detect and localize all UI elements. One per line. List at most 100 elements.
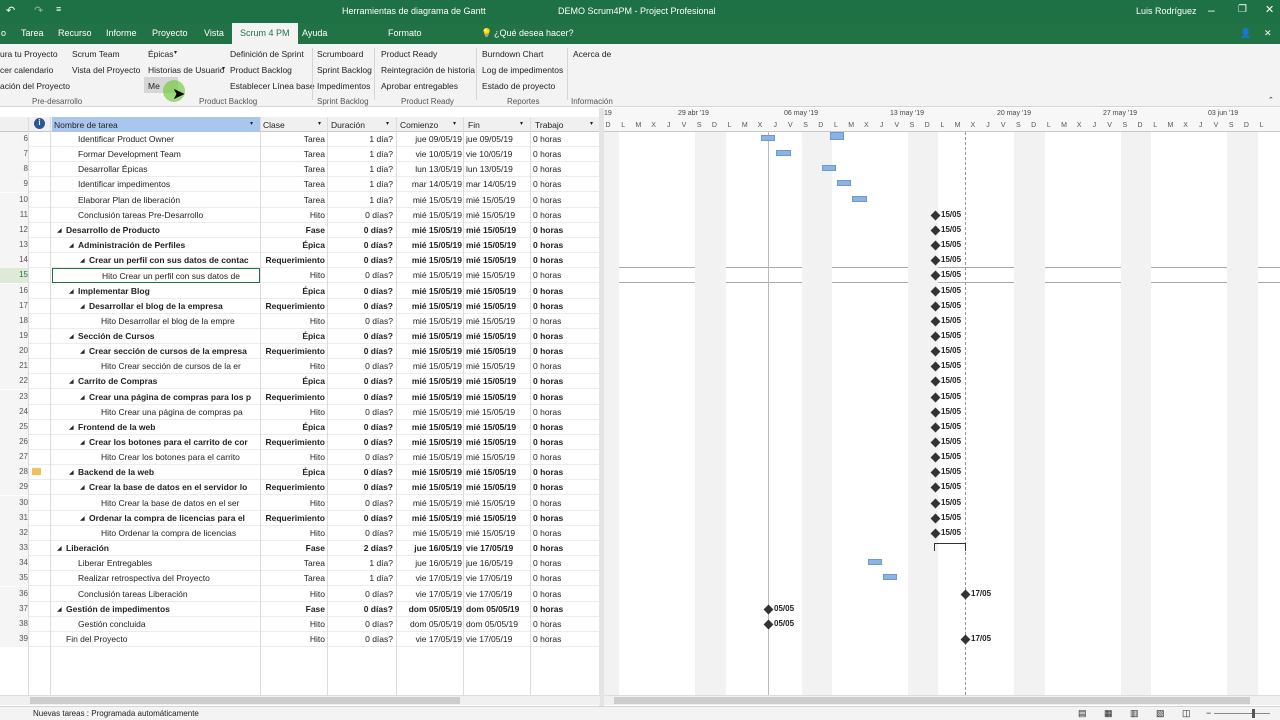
task-work[interactable]: 0 horas: [533, 482, 593, 492]
task-name[interactable]: Formar Development Team: [78, 149, 258, 159]
zoom-out-icon[interactable]: −: [1206, 708, 1211, 718]
task-duration[interactable]: 0 días?: [329, 482, 393, 492]
row-number[interactable]: 12: [0, 222, 28, 238]
task-start[interactable]: mié 15/05/19: [398, 240, 462, 250]
task-name[interactable]: Sección de Cursos: [78, 331, 258, 341]
task-class[interactable]: Tarea: [260, 558, 325, 568]
close-icon[interactable]: ✕: [1265, 3, 1274, 16]
row-number[interactable]: 8: [0, 162, 28, 178]
task-class[interactable]: Tarea: [260, 149, 325, 159]
task-class[interactable]: Hito: [260, 210, 325, 220]
sprint-backlog-button[interactable]: Sprint Backlog: [317, 65, 372, 75]
task-finish[interactable]: mié 15/05/19: [466, 316, 528, 326]
tab-file[interactable]: o: [1, 28, 6, 38]
task-work[interactable]: 0 horas: [533, 301, 593, 311]
task-row[interactable]: 22 ◢ Carrito de Compras Épica 0 días? mié 15/…: [0, 374, 600, 390]
baseline-button[interactable]: Establecer Línea base: [230, 81, 315, 91]
milestone-diamond[interactable]: [763, 619, 774, 630]
task-start[interactable]: mié 15/05/19: [398, 286, 462, 296]
task-row[interactable]: 24 Hito Crear una página de compras pa Hit…: [0, 404, 600, 420]
column-header-clase[interactable]: Clase: [263, 120, 285, 130]
task-name[interactable]: Crear sección de cursos de la empresa: [89, 346, 258, 356]
column-header-fin[interactable]: Fin: [468, 120, 480, 130]
task-finish[interactable]: vie 17/05/19: [466, 543, 528, 553]
task-duration[interactable]: 0 días?: [329, 513, 393, 523]
task-row[interactable]: 33 ◢ Liberación Fase 2 días? jue 16/05/19 vie …: [0, 541, 600, 557]
product-ready-button[interactable]: Product Ready: [381, 49, 437, 59]
task-class[interactable]: Épica: [260, 467, 325, 477]
close-document-icon[interactable]: ✕: [1264, 28, 1272, 39]
task-work[interactable]: 0 horas: [533, 604, 593, 614]
task-duration[interactable]: 0 días?: [329, 270, 393, 280]
task-name[interactable]: Realizar retrospectiva del Proyecto: [78, 573, 258, 583]
collapse-icon[interactable]: ◢: [69, 378, 74, 385]
task-duration[interactable]: 0 días?: [329, 331, 393, 341]
task-class[interactable]: Hito: [260, 316, 325, 326]
collapse-icon[interactable]: ◢: [57, 227, 62, 234]
task-start[interactable]: mié 15/05/19: [398, 195, 462, 205]
column-header-name[interactable]: Nombre de tarea: [52, 117, 260, 132]
row-number[interactable]: 27: [0, 450, 28, 466]
task-finish[interactable]: lun 13/05/19: [466, 164, 528, 174]
collapse-icon[interactable]: ◢: [69, 242, 74, 249]
task-bar[interactable]: [882, 574, 897, 581]
task-work[interactable]: 0 horas: [533, 361, 593, 371]
task-finish[interactable]: mié 15/05/19: [466, 286, 528, 296]
task-row[interactable]: 18 Hito Desarrollar el blog de la empre Hi…: [0, 313, 600, 329]
task-start[interactable]: mar 14/05/19: [398, 179, 462, 189]
column-header-comienzo[interactable]: Comienzo: [400, 120, 438, 130]
sprint-definition-button[interactable]: Definición de Sprint: [230, 49, 304, 59]
task-row[interactable]: 26 ◢ Crear los botones para el carrito de …: [0, 435, 600, 450]
task-name[interactable]: Implementar Blog: [78, 286, 258, 296]
task-class[interactable]: Requerimiento: [260, 255, 325, 265]
tab-tarea[interactable]: Tarea: [21, 28, 44, 38]
task-start[interactable]: mié 15/05/19: [398, 301, 462, 311]
task-finish[interactable]: mié 15/05/19: [466, 513, 528, 523]
task-finish[interactable]: mié 15/05/19: [466, 301, 528, 311]
task-finish[interactable]: mié 15/05/19: [466, 331, 528, 341]
task-start[interactable]: mié 15/05/19: [398, 437, 462, 447]
task-work[interactable]: 0 horas: [533, 498, 593, 508]
task-work[interactable]: 0 horas: [533, 437, 593, 447]
milestone-diamond[interactable]: [960, 589, 971, 599]
project-status-button[interactable]: Estado de proyecto: [482, 81, 555, 91]
configure-project-button[interactable]: ura tu Proyecto: [0, 49, 58, 59]
collapse-icon[interactable]: ◢: [69, 424, 74, 431]
task-bar[interactable]: [867, 559, 882, 566]
row-number[interactable]: 16: [0, 283, 28, 299]
row-number[interactable]: 32: [0, 525, 28, 541]
impediments-button[interactable]: Impedimentos: [317, 81, 370, 91]
task-start[interactable]: mié 15/05/19: [398, 225, 462, 235]
task-start[interactable]: mié 15/05/19: [398, 361, 462, 371]
task-class[interactable]: Fase: [260, 225, 325, 235]
task-finish[interactable]: mié 15/05/19: [466, 498, 528, 508]
task-start[interactable]: mié 15/05/19: [398, 346, 462, 356]
collapse-icon[interactable]: ◢: [80, 303, 85, 310]
task-duration[interactable]: 0 días?: [329, 619, 393, 629]
task-duration[interactable]: 0 días?: [329, 634, 393, 644]
task-work[interactable]: 0 horas: [533, 543, 593, 553]
task-class[interactable]: Requerimiento: [260, 301, 325, 311]
row-number[interactable]: 7: [0, 147, 28, 163]
task-finish[interactable]: mié 15/05/19: [466, 240, 528, 250]
row-number[interactable]: 30: [0, 495, 28, 511]
task-work[interactable]: 0 horas: [533, 149, 593, 159]
task-name[interactable]: Liberar Entregables: [78, 558, 258, 568]
collapse-icon[interactable]: ◢: [57, 606, 62, 613]
zoom-slider-thumb[interactable]: [1252, 709, 1255, 718]
task-work[interactable]: 0 horas: [533, 422, 593, 432]
task-row[interactable]: 28 ◢ Backend de la web Épica 0 días? mié 15/0…: [0, 465, 600, 481]
task-row[interactable]: 25 ◢ Frontend de la web Épica 0 días? mié 15/…: [0, 419, 600, 435]
task-row[interactable]: 17 ◢ Desarrollar el blog de la empresa Requ…: [0, 298, 600, 314]
task-work[interactable]: 0 horas: [533, 528, 593, 538]
row-number[interactable]: 18: [0, 313, 28, 329]
project-view-button[interactable]: Vista del Proyecto: [72, 65, 140, 75]
task-row[interactable]: 16 ◢ Implementar Blog Épica 0 días? mié 15/05…: [0, 283, 600, 299]
task-row[interactable]: 8 Desarrollar Épicas Tarea 1 día? lun 13/05/…: [0, 162, 600, 178]
task-duration[interactable]: 0 días?: [329, 225, 393, 235]
task-name[interactable]: Hito Crear un perfil con sus datos de: [52, 268, 260, 284]
task-row[interactable]: 27 Hito Crear los botones para el carrito…: [0, 450, 600, 466]
tab-scrum4pm[interactable]: Scrum 4 PM: [232, 23, 298, 44]
minimize-icon[interactable]: –: [1208, 3, 1215, 17]
task-start[interactable]: vie 17/05/19: [398, 634, 462, 644]
